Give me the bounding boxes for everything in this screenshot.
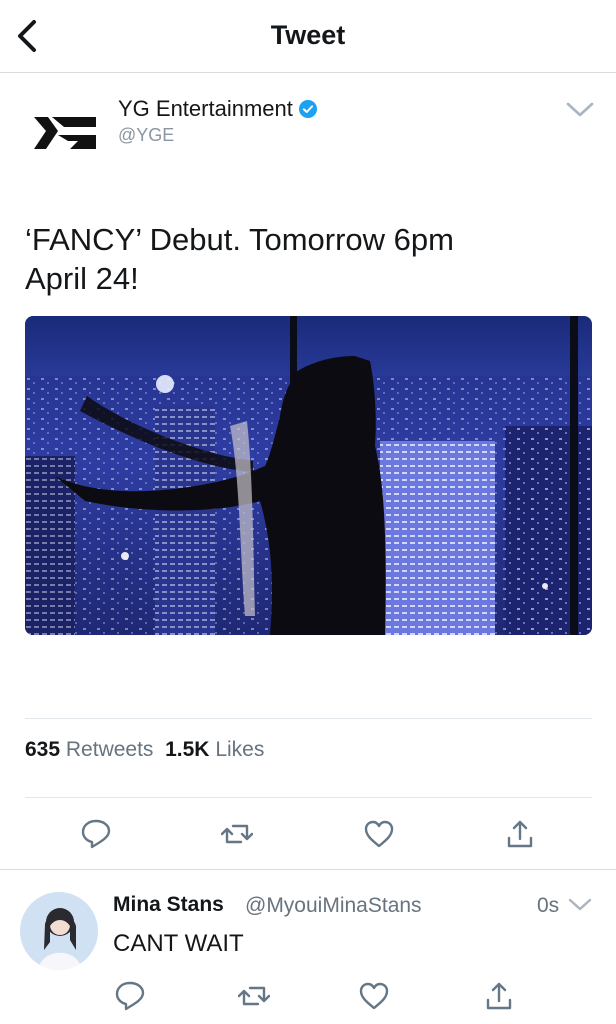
- author-handle[interactable]: @YGE: [118, 125, 174, 146]
- verified-badge-icon: [298, 100, 317, 118]
- reply-author-name[interactable]: Mina Stans: [113, 893, 224, 917]
- chevron-down-icon[interactable]: [567, 896, 593, 914]
- divider: [25, 797, 592, 798]
- section-divider: [0, 869, 616, 870]
- divider: [25, 718, 592, 719]
- yg-logo-avatar[interactable]: [34, 113, 96, 153]
- author-name[interactable]: YG Entertainment: [118, 96, 317, 122]
- avatar[interactable]: [20, 892, 98, 970]
- tweet-stats: 635 Retweets 1.5K Likes: [25, 738, 264, 762]
- retweets-label: Retweets: [65, 738, 154, 761]
- reply-text: CANT WAIT: [113, 930, 244, 957]
- reply-icon[interactable]: [114, 979, 146, 1011]
- likes-count: 1.5K: [165, 738, 210, 761]
- chevron-down-icon[interactable]: [564, 99, 596, 121]
- reply-icon[interactable]: [80, 817, 112, 849]
- reply-avatar-image: [20, 892, 98, 970]
- retweet-icon[interactable]: [238, 980, 270, 1012]
- likes-stat[interactable]: 1.5K Likes: [165, 738, 264, 761]
- like-icon[interactable]: [358, 980, 390, 1012]
- retweets-stat[interactable]: 635 Retweets: [25, 738, 153, 761]
- share-icon[interactable]: [504, 818, 536, 850]
- share-icon[interactable]: [483, 980, 515, 1012]
- author-name-text: YG Entertainment: [118, 96, 293, 121]
- tweet-text-line-1: ‘FANCY’ Debut. Tomorrow 6pm: [25, 222, 454, 257]
- retweets-count: 635: [25, 738, 61, 761]
- tweet-text-line-2: April 24!: [25, 261, 139, 296]
- reply-author-handle[interactable]: @MyouiMinaStans: [245, 894, 422, 918]
- like-icon[interactable]: [363, 818, 395, 850]
- tweet-text: ‘FANCY’ Debut. Tomorrow 6pm April 24!: [25, 220, 585, 298]
- reply-timestamp: 0s: [537, 894, 560, 917]
- city-night-dancer-image: [25, 316, 592, 635]
- retweet-icon[interactable]: [221, 818, 253, 850]
- page-title: Tweet: [270, 20, 346, 50]
- likes-label: Likes: [215, 738, 265, 761]
- tweet-media-image[interactable]: [25, 316, 592, 635]
